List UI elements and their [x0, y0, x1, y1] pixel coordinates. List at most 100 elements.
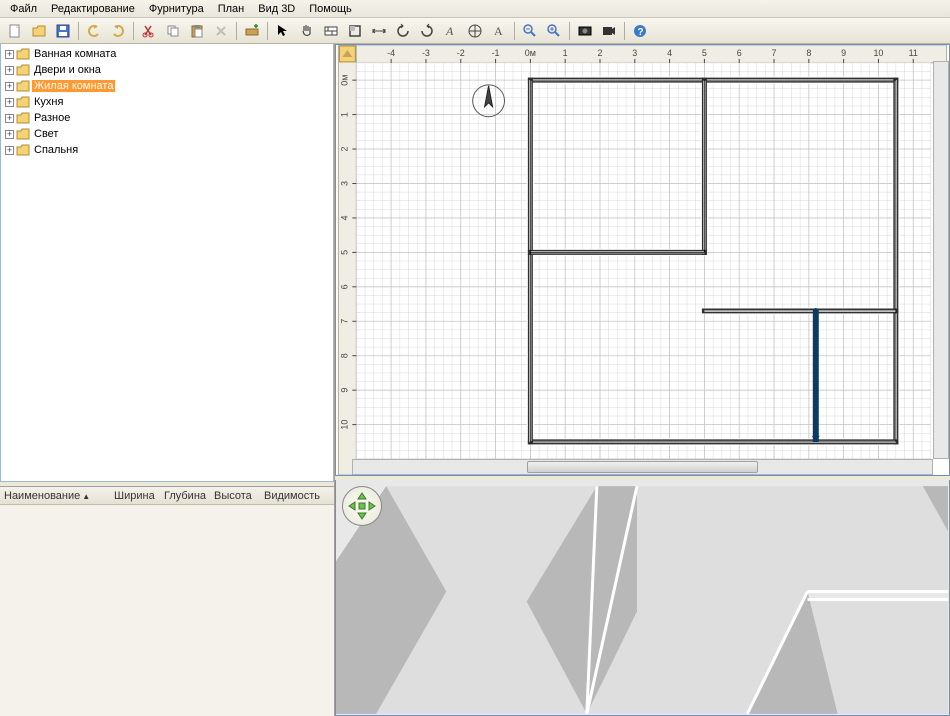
home-origin-icon[interactable]	[339, 46, 355, 62]
catalog-item[interactable]: + Кухня	[3, 94, 331, 110]
selected-wall[interactable]	[812, 308, 820, 442]
vertical-scrollbar[interactable]	[933, 61, 949, 459]
svg-text:A: A	[494, 24, 503, 38]
catalog-item-label: Свет	[32, 128, 60, 140]
catalog-item[interactable]: + Свет	[3, 126, 331, 142]
dimension-button[interactable]	[368, 20, 390, 42]
svg-text:11: 11	[909, 48, 918, 58]
zoom-in-icon	[546, 23, 562, 39]
new-button[interactable]	[4, 20, 26, 42]
text2-icon: A	[491, 23, 507, 39]
text2-button[interactable]: A	[488, 20, 510, 42]
rotate-left-icon	[395, 23, 411, 39]
catalog-item[interactable]: +Разное	[3, 110, 331, 126]
catalog-item-label: Жилая комната	[32, 80, 115, 92]
catalog-item[interactable]: + Жилая комната	[3, 78, 331, 94]
toolbar: A A ?	[0, 18, 950, 44]
folder-icon	[16, 80, 30, 92]
room-button[interactable]	[344, 20, 366, 42]
pan-arrows-icon	[346, 490, 378, 522]
menu-furniture[interactable]: Фурнитура	[143, 2, 210, 16]
svg-text:7: 7	[772, 48, 777, 58]
select-button[interactable]	[272, 20, 294, 42]
column-width[interactable]: Ширина	[114, 490, 164, 502]
column-depth[interactable]: Глубина	[164, 490, 214, 502]
plan-canvas[interactable]: -4-3-2-10м12345678910110м12345678910	[336, 45, 949, 475]
text-button[interactable]: A	[440, 20, 462, 42]
toolbar-separator	[624, 22, 625, 40]
redo-button[interactable]	[107, 20, 129, 42]
wall-icon	[323, 23, 339, 39]
column-height[interactable]: Высота	[214, 490, 264, 502]
expand-icon[interactable]: +	[5, 50, 14, 59]
paste-button[interactable]	[186, 20, 208, 42]
expand-icon[interactable]: +	[5, 114, 14, 123]
zoom-out-button[interactable]	[519, 20, 541, 42]
svg-text:10: 10	[873, 48, 883, 58]
plan-3d-view[interactable]	[335, 480, 950, 716]
paste-icon	[189, 23, 205, 39]
menu-file[interactable]: Файл	[4, 2, 43, 16]
catalog-item[interactable]: +Спальня	[3, 142, 331, 158]
rotate-left-button[interactable]	[392, 20, 414, 42]
toolbar-separator	[78, 22, 79, 40]
new-icon	[7, 23, 23, 39]
cut-icon	[141, 23, 157, 39]
compass-tool-button[interactable]	[464, 20, 486, 42]
plan-2d-view[interactable]: -4-3-2-10м12345678910110м12345678910	[335, 44, 950, 476]
svg-text:6: 6	[339, 284, 349, 289]
horizontal-scrollbar[interactable]	[352, 459, 933, 475]
expand-icon[interactable]: +	[5, 146, 14, 155]
toolbar-separator	[514, 22, 515, 40]
help-button[interactable]: ?	[629, 20, 651, 42]
scrollbar-thumb[interactable]	[527, 461, 759, 473]
rotate-right-button[interactable]	[416, 20, 438, 42]
menu-edit[interactable]: Редактирование	[45, 2, 141, 16]
delete-button[interactable]	[210, 20, 232, 42]
menu-help[interactable]: Помощь	[303, 2, 358, 16]
column-visibility[interactable]: Видимость	[264, 490, 324, 502]
view3d-canvas[interactable]	[336, 480, 949, 715]
catalog-item-label: Кухня	[32, 96, 65, 108]
svg-text:8: 8	[806, 48, 811, 58]
menubar: Файл Редактирование Фурнитура План Вид 3…	[0, 0, 950, 18]
wall-button[interactable]	[320, 20, 342, 42]
view3d-navigation-widget[interactable]	[342, 486, 382, 526]
furniture-catalog-tree[interactable]: +Ванная комната+Двери и окна+Жилая комна…	[0, 44, 334, 482]
expand-icon[interactable]: +	[5, 130, 14, 139]
toolbar-separator	[236, 22, 237, 40]
svg-text:2: 2	[597, 48, 602, 58]
zoom-out-icon	[522, 23, 538, 39]
video-button[interactable]	[598, 20, 620, 42]
svg-text:-4: -4	[387, 48, 395, 58]
cut-button[interactable]	[138, 20, 160, 42]
catalog-item[interactable]: +Двери и окна	[3, 62, 331, 78]
open-button[interactable]	[28, 20, 50, 42]
undo-button[interactable]	[83, 20, 105, 42]
svg-text:6: 6	[737, 48, 742, 58]
menu-view3d[interactable]: Вид 3D	[252, 2, 301, 16]
copy-button[interactable]	[162, 20, 184, 42]
properties-header: Наименование▲ Ширина Глубина Высота Види…	[0, 487, 334, 505]
compass-tool-icon	[467, 23, 483, 39]
svg-text:4: 4	[667, 48, 672, 58]
toolbar-separator	[267, 22, 268, 40]
zoom-in-button[interactable]	[543, 20, 565, 42]
save-button[interactable]	[52, 20, 74, 42]
catalog-item[interactable]: +Ванная комната	[3, 46, 331, 62]
pan-button[interactable]	[296, 20, 318, 42]
toolbar-separator	[569, 22, 570, 40]
svg-text:A: A	[445, 24, 454, 38]
expand-icon[interactable]: +	[5, 82, 14, 91]
expand-icon[interactable]: +	[5, 66, 14, 75]
room-icon	[347, 23, 363, 39]
column-name[interactable]: Наименование▲	[4, 490, 114, 502]
menu-plan[interactable]: План	[212, 2, 251, 16]
svg-text:9: 9	[339, 388, 349, 393]
photo-button[interactable]	[574, 20, 596, 42]
add-furniture-icon	[244, 23, 260, 39]
expand-icon[interactable]: +	[5, 98, 14, 107]
add-furniture-button[interactable]	[241, 20, 263, 42]
rotate-right-icon	[419, 23, 435, 39]
svg-text:-3: -3	[422, 48, 430, 58]
